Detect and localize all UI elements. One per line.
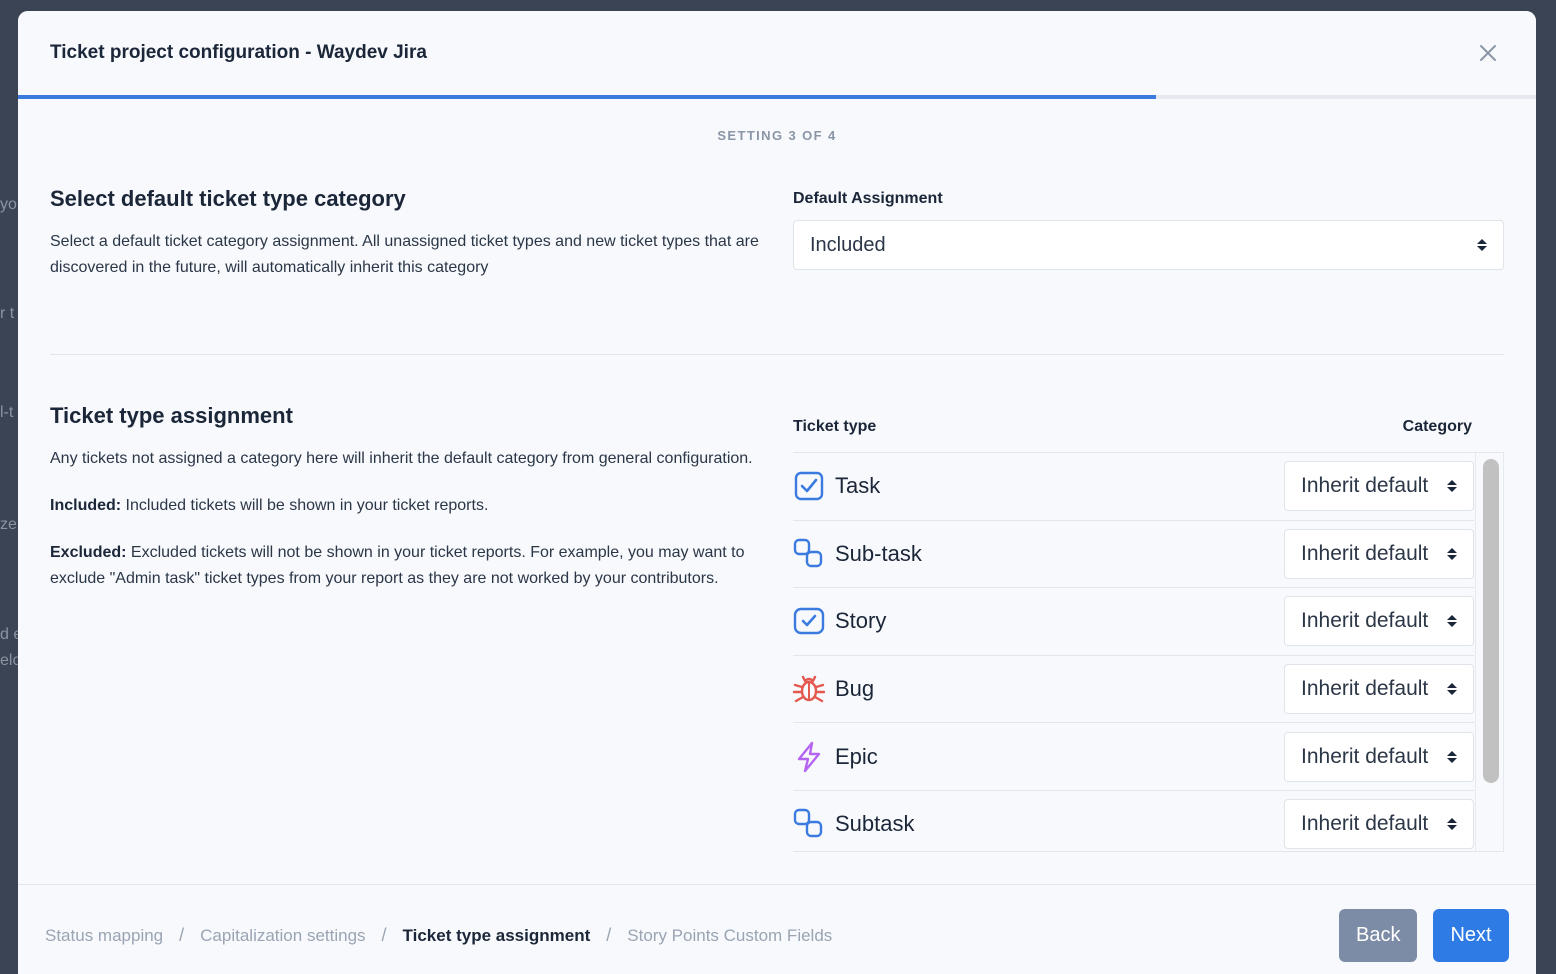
category-value: Inherit default bbox=[1301, 677, 1429, 701]
category-select[interactable]: Inherit default bbox=[1284, 799, 1474, 850]
lightning-icon bbox=[793, 741, 825, 773]
ticket-type-cell: Subtask bbox=[793, 808, 915, 840]
table-row: Subtask Inherit default bbox=[793, 791, 1474, 851]
subtask-icon bbox=[793, 808, 825, 840]
breadcrumb-separator: / bbox=[179, 925, 185, 945]
ticket-type-name: Story bbox=[835, 608, 887, 634]
ticket-type-cell: Task bbox=[793, 470, 880, 502]
breadcrumb-step[interactable]: Story Points Custom Fields bbox=[627, 926, 832, 946]
close-button[interactable] bbox=[1472, 37, 1504, 69]
progress-fill bbox=[18, 95, 1157, 99]
ticket-type-name: Task bbox=[835, 473, 881, 499]
default-category-section: Select default ticket type category Sele… bbox=[18, 186, 1536, 354]
ticket-type-table: Task Inherit default Sub-task Inherit defau… bbox=[793, 452, 1504, 852]
ticket-type-rows: Task Inherit default Sub-task Inherit defau… bbox=[793, 453, 1474, 851]
ticket-type-name: Sub-task bbox=[835, 540, 922, 566]
ticket-type-assignment-section: Ticket type assignment Any tickets not a… bbox=[18, 403, 1536, 852]
sort-caret-icon bbox=[1447, 547, 1457, 560]
col-ticket-type: Ticket type bbox=[793, 418, 877, 435]
ticket-type-cell: Story bbox=[793, 605, 886, 637]
ticket-type-cell: Epic bbox=[793, 741, 878, 773]
ticket-type-name: Bug bbox=[835, 676, 875, 702]
table-row: Sub-task Inherit default bbox=[793, 521, 1474, 589]
category-select[interactable]: Inherit default bbox=[1284, 596, 1474, 647]
category-value: Inherit default bbox=[1301, 812, 1429, 836]
sort-caret-icon bbox=[1447, 818, 1457, 831]
scrollbar-track[interactable] bbox=[1475, 453, 1504, 851]
assignment-section-title: Ticket type assignment bbox=[50, 403, 293, 428]
ticket-type-cell: Bug bbox=[793, 673, 874, 705]
table-row: Epic Inherit default bbox=[793, 723, 1474, 791]
section-divider bbox=[50, 354, 1504, 355]
default-section-description: Select a default ticket category assignm… bbox=[50, 233, 759, 276]
breadcrumb-step[interactable]: Ticket type assignment bbox=[403, 926, 591, 946]
category-select[interactable]: Inherit default bbox=[1284, 461, 1474, 512]
category-select[interactable]: Inherit default bbox=[1284, 528, 1474, 579]
assignment-intro: Any tickets not assigned a category here… bbox=[50, 450, 753, 467]
story-checkbox-icon bbox=[793, 605, 825, 637]
task-checkbox-icon bbox=[793, 470, 825, 502]
table-row: Bug Inherit default bbox=[793, 656, 1474, 724]
sort-caret-icon bbox=[1447, 750, 1457, 763]
sort-caret-icon bbox=[1477, 239, 1487, 251]
category-select[interactable]: Inherit default bbox=[1284, 664, 1474, 715]
sort-caret-icon bbox=[1447, 480, 1457, 493]
modal-footer: Status mapping / Capitalization settings / T… bbox=[18, 884, 1536, 974]
background-text: yo bbox=[0, 196, 17, 213]
included-explanation: Included: Included tickets will be shown… bbox=[50, 493, 762, 519]
default-assignment-value: Included bbox=[810, 233, 886, 256]
ticket-type-name: Epic bbox=[835, 743, 878, 769]
breadcrumb-step[interactable]: Status mapping bbox=[45, 926, 163, 946]
category-select[interactable]: Inherit default bbox=[1284, 731, 1474, 782]
sort-caret-icon bbox=[1447, 615, 1457, 628]
next-button[interactable]: Next bbox=[1433, 909, 1509, 962]
breadcrumb-separator: / bbox=[606, 925, 612, 945]
breadcrumb-separator: / bbox=[381, 925, 387, 945]
included-label: Included: bbox=[50, 497, 122, 514]
excluded-text: Excluded tickets will not be shown in yo… bbox=[50, 544, 745, 587]
category-value: Inherit default bbox=[1301, 609, 1429, 633]
background-text: l-t bbox=[0, 404, 14, 421]
bug-icon bbox=[793, 673, 825, 705]
excluded-label: Excluded: bbox=[50, 544, 127, 561]
ticket-type-name: Subtask bbox=[835, 811, 915, 837]
default-assignment-select[interactable]: Included bbox=[793, 220, 1504, 270]
ticket-table-header: Ticket type Category bbox=[793, 415, 1504, 439]
steps-breadcrumb: Status mapping / Capitalization settings / T… bbox=[45, 925, 832, 946]
default-section-title: Select default ticket type category bbox=[50, 186, 406, 211]
back-button[interactable]: Back bbox=[1339, 909, 1417, 962]
step-indicator: SETTING 3 OF 4 bbox=[717, 128, 837, 143]
excluded-explanation: Excluded: Excluded tickets will not be s… bbox=[50, 540, 762, 592]
close-icon bbox=[1480, 45, 1496, 61]
table-row: Task Inherit default bbox=[793, 453, 1474, 521]
background-text: ze bbox=[0, 516, 17, 533]
config-modal: Ticket project configuration - Waydev Ji… bbox=[18, 11, 1536, 974]
sort-caret-icon bbox=[1447, 683, 1457, 696]
category-value: Inherit default bbox=[1301, 541, 1429, 565]
background-text: r t bbox=[0, 305, 15, 322]
default-assignment-label: Default Assignment bbox=[793, 190, 943, 207]
modal-header: Ticket project configuration - Waydev Ji… bbox=[18, 11, 1536, 95]
modal-title: Ticket project configuration - Waydev Ji… bbox=[50, 42, 427, 63]
ticket-type-cell: Sub-task bbox=[793, 538, 922, 570]
included-text: Included tickets will be shown in your t… bbox=[121, 497, 489, 514]
progress-bar bbox=[18, 95, 1536, 99]
category-value: Inherit default bbox=[1301, 744, 1429, 768]
category-value: Inherit default bbox=[1301, 474, 1429, 498]
col-category: Category bbox=[1402, 418, 1472, 435]
subtask-icon bbox=[793, 538, 825, 570]
scrollbar-thumb[interactable] bbox=[1483, 459, 1499, 783]
table-row: Story Inherit default bbox=[793, 588, 1474, 656]
breadcrumb-step[interactable]: Capitalization settings bbox=[200, 926, 365, 946]
